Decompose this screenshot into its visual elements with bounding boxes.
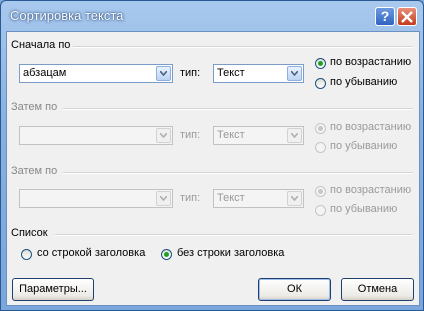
divider [73, 46, 413, 48]
chevron-down-icon[interactable] [287, 66, 302, 81]
sort3-ascending-label[interactable]: по возрастанию [330, 184, 411, 196]
sort2-type-label: тип: [180, 129, 201, 141]
sort1-ascending-radio[interactable] [315, 58, 326, 69]
cancel-button[interactable]: Отмена [341, 278, 414, 301]
sort1-type-select[interactable]: Текст [213, 64, 304, 83]
close-icon [401, 11, 413, 23]
close-button[interactable] [397, 7, 417, 26]
sort-by-label: Сначала по [11, 39, 71, 51]
divider [63, 108, 413, 110]
sort1-type-label: тип: [180, 67, 201, 79]
with-header-label[interactable]: со строкой заголовка [37, 247, 145, 259]
with-header-radio[interactable] [21, 249, 32, 260]
list-label: Список [11, 227, 48, 239]
chevron-down-icon[interactable] [156, 191, 171, 206]
sort2-descending-label[interactable]: по убыванию [330, 140, 397, 152]
sort1-descending-radio[interactable] [315, 78, 326, 89]
then-by-label-2: Затем по [11, 165, 58, 177]
sort-text-dialog: Сортировка текста ? Сначала по абзацам т… [0, 0, 424, 311]
sort3-ascending-radio[interactable] [315, 186, 326, 197]
sort1-field-value: абзацам [23, 67, 67, 79]
without-header-radio[interactable] [161, 249, 172, 260]
divider [55, 234, 413, 236]
sort1-descending-label[interactable]: по убыванию [330, 76, 397, 88]
dialog-title: Сортировка текста [10, 8, 124, 23]
sort2-field-select[interactable] [19, 126, 173, 145]
options-button[interactable]: Параметры... [12, 278, 94, 301]
then-by-label-1: Затем по [11, 101, 58, 113]
sort2-descending-radio[interactable] [315, 142, 326, 153]
sort2-ascending-label[interactable]: по возрастанию [330, 121, 411, 133]
help-icon: ? [380, 8, 390, 24]
sort3-type-select[interactable]: Текст [213, 189, 304, 208]
sort3-descending-radio[interactable] [315, 205, 326, 216]
chevron-down-icon[interactable] [287, 191, 302, 206]
sort2-type-value: Текст [217, 129, 245, 141]
chevron-down-icon[interactable] [156, 128, 171, 143]
sort1-ascending-label[interactable]: по возрастанию [330, 56, 411, 68]
dialog-body: Сначала по абзацам тип: Текст по возраст… [6, 31, 420, 306]
divider [63, 172, 413, 174]
sort3-type-value: Текст [217, 192, 245, 204]
ok-button[interactable]: ОК [258, 278, 331, 301]
sort2-type-select[interactable]: Текст [213, 126, 304, 145]
chevron-down-icon[interactable] [287, 128, 302, 143]
sort3-field-select[interactable] [19, 189, 173, 208]
without-header-label[interactable]: без строки заголовка [177, 247, 284, 259]
sort3-descending-label[interactable]: по убыванию [330, 203, 397, 215]
help-button[interactable]: ? [375, 7, 395, 26]
title-bar[interactable]: Сортировка текста ? [1, 1, 423, 31]
chevron-down-icon[interactable] [156, 66, 171, 81]
sort1-field-select[interactable]: абзацам [19, 64, 173, 83]
sort3-type-label: тип: [180, 192, 201, 204]
sort2-ascending-radio[interactable] [315, 123, 326, 134]
sort1-type-value: Текст [217, 67, 245, 79]
